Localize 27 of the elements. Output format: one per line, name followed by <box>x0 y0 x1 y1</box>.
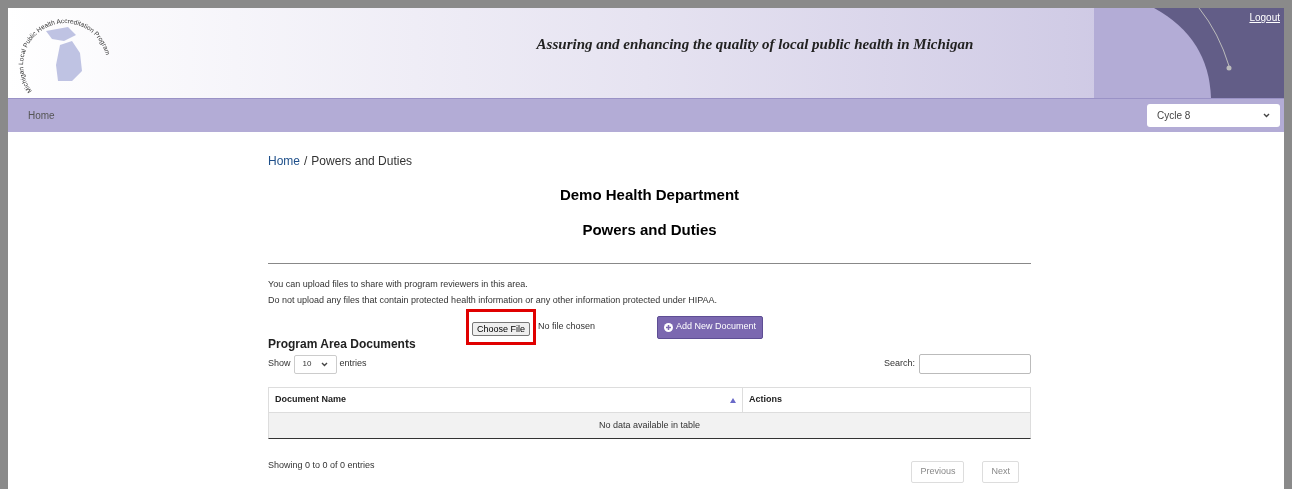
breadcrumb-separator: / <box>304 153 308 170</box>
logout-link[interactable]: Logout <box>1249 10 1280 25</box>
table-info: Showing 0 to 0 of 0 entries <box>268 459 375 472</box>
info-text: Do not upload any files that contain protected health information or any other information protected under HIPAA. <box>268 293 719 307</box>
nav-link[interactable]: Home <box>28 108 55 123</box>
add-document-button[interactable]: Add New Document <box>657 315 764 339</box>
entries-label: entries <box>339 357 367 371</box>
chevron-down-icon <box>320 361 328 367</box>
page-size-select[interactable]: 10 <box>293 354 337 374</box>
show-label: Show <box>268 357 291 371</box>
column-header[interactable]: Actions <box>743 388 1030 412</box>
page-title: Powers and Duties <box>581 219 718 240</box>
file-status: No file chosen <box>538 320 596 334</box>
section-title: Program Area Documents <box>268 336 417 353</box>
column-header[interactable]: Document Name <box>269 388 743 412</box>
breadcrumb-link[interactable]: Home <box>268 152 300 170</box>
choose-file-button[interactable]: Choose File <box>472 322 531 336</box>
tagline: Assuring and enhancing the quality of local public health in Michigan <box>535 36 975 52</box>
info-text: You can upload files to share with program reviewers in this area. <box>268 278 529 291</box>
search-label: Search: <box>883 357 915 371</box>
cycle-select[interactable]: Cycle 8 <box>1147 104 1280 127</box>
department-heading: Demo Health Department <box>558 185 741 205</box>
search-field[interactable] <box>919 354 1031 374</box>
breadcrumb-current: Powers and Duties <box>311 153 413 170</box>
chevron-down-icon <box>1263 113 1270 118</box>
empty-row: No data available in table <box>269 413 1030 438</box>
plus-circle-icon <box>664 322 674 332</box>
